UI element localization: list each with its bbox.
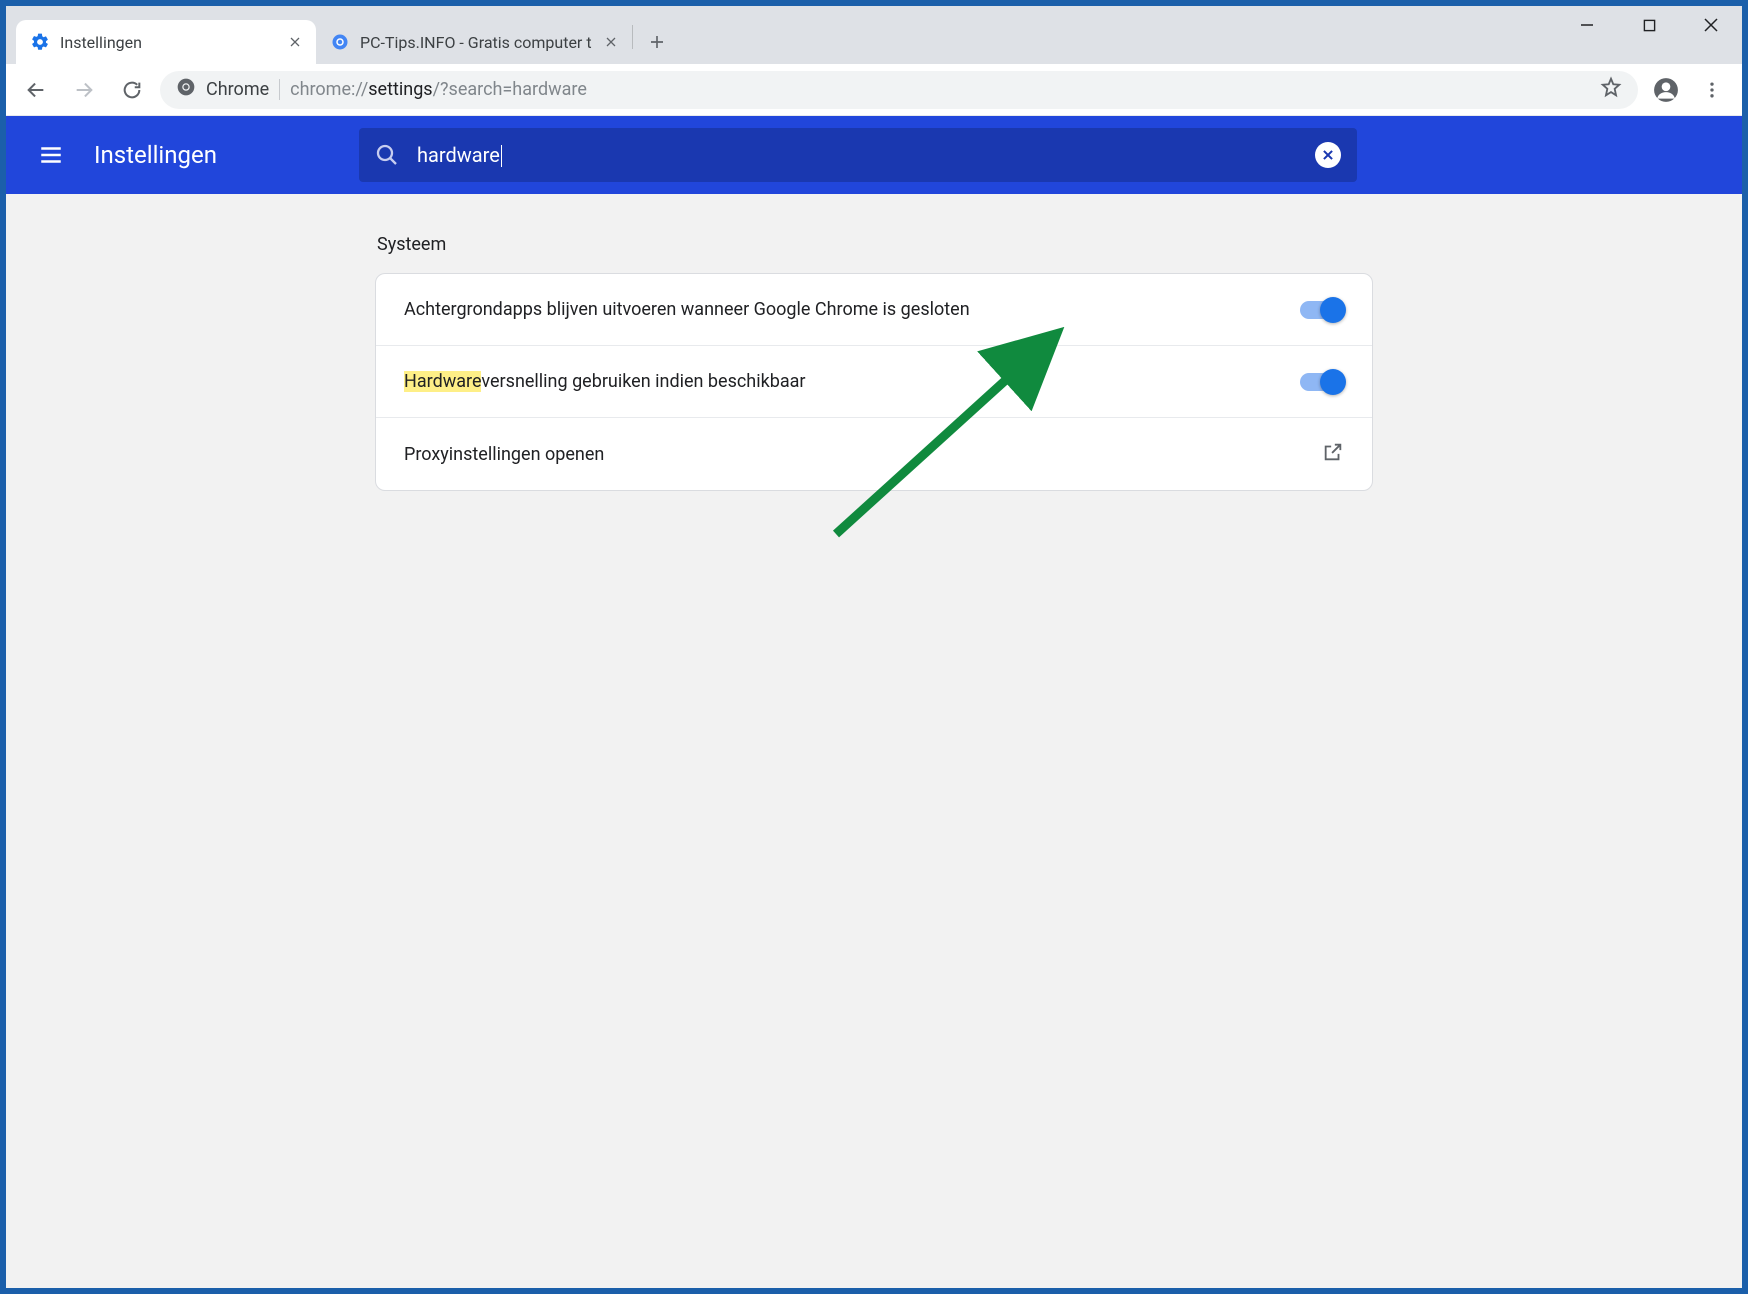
section-system: Systeem Achtergrondapps blijven uitvoere… — [375, 234, 1373, 491]
toggle-knob — [1320, 369, 1346, 395]
search-icon — [375, 143, 399, 167]
close-window-button[interactable] — [1680, 6, 1742, 44]
window-controls — [1556, 6, 1742, 44]
section-title: Systeem — [375, 234, 1373, 255]
tab-title: PC-Tips.INFO - Gratis computer t — [360, 33, 592, 52]
settings-content: Systeem Achtergrondapps blijven uitvoere… — [6, 194, 1742, 1288]
hamburger-menu-button[interactable] — [30, 134, 72, 176]
row-background-apps[interactable]: Achtergrondapps blijven uitvoeren wannee… — [376, 274, 1372, 346]
settings-search[interactable]: hardware — [359, 128, 1357, 182]
profile-button[interactable] — [1646, 70, 1686, 110]
search-highlight: Hardware — [404, 371, 481, 392]
row-label: Achtergrondapps blijven uitvoeren wannee… — [404, 299, 1300, 320]
close-icon[interactable] — [286, 33, 304, 51]
page-title: Instellingen — [94, 141, 217, 169]
tab-title: Instellingen — [60, 33, 276, 52]
omnibox-url: chrome://settings/?search=hardware — [290, 79, 1590, 100]
tab-pctips[interactable]: PC-Tips.INFO - Gratis computer t — [316, 20, 632, 64]
clear-search-button[interactable] — [1315, 142, 1341, 168]
omnibox[interactable]: Chrome chrome://settings/?search=hardwar… — [160, 71, 1638, 109]
gear-icon — [30, 32, 50, 52]
back-button[interactable] — [16, 70, 56, 110]
tab-strip: Instellingen PC-Tips.INFO - Gratis compu… — [16, 6, 1736, 64]
search-input[interactable]: hardware — [417, 143, 1297, 168]
star-icon[interactable] — [1600, 76, 1622, 103]
minimize-button[interactable] — [1556, 6, 1618, 44]
row-proxy-settings[interactable]: Proxyinstellingen openen — [376, 418, 1372, 490]
text-cursor — [501, 145, 502, 167]
settings-header: Instellingen hardware — [6, 116, 1742, 194]
external-link-icon — [1322, 441, 1344, 468]
address-bar: Chrome chrome://settings/?search=hardwar… — [6, 64, 1742, 116]
settings-app: Instellingen hardware Systeem Achtergron… — [6, 116, 1742, 1288]
titlebar: Instellingen PC-Tips.INFO - Gratis compu… — [6, 6, 1742, 64]
omnibox-chip: Chrome — [206, 79, 280, 100]
settings-card: Achtergrondapps blijven uitvoeren wannee… — [375, 273, 1373, 491]
menu-button[interactable] — [1692, 70, 1732, 110]
new-tab-button[interactable] — [639, 24, 675, 60]
browser-window: Instellingen PC-Tips.INFO - Gratis compu… — [6, 6, 1742, 1288]
forward-button[interactable] — [64, 70, 104, 110]
row-label: Proxyinstellingen openen — [404, 444, 1322, 465]
close-icon[interactable] — [602, 33, 620, 51]
chrome-icon — [176, 77, 196, 102]
row-label: Hardwareversnelling gebruiken indien bes… — [404, 371, 1300, 392]
reload-button[interactable] — [112, 70, 152, 110]
toggle-knob — [1320, 297, 1346, 323]
toggle-background-apps[interactable] — [1300, 301, 1344, 319]
globe-icon — [330, 32, 350, 52]
row-hardware-acceleration[interactable]: Hardwareversnelling gebruiken indien bes… — [376, 346, 1372, 418]
tab-separator — [632, 25, 633, 49]
maximize-button[interactable] — [1618, 6, 1680, 44]
toolbar-right — [1646, 70, 1732, 110]
tab-settings[interactable]: Instellingen — [16, 20, 316, 64]
toggle-hardware-acceleration[interactable] — [1300, 373, 1344, 391]
